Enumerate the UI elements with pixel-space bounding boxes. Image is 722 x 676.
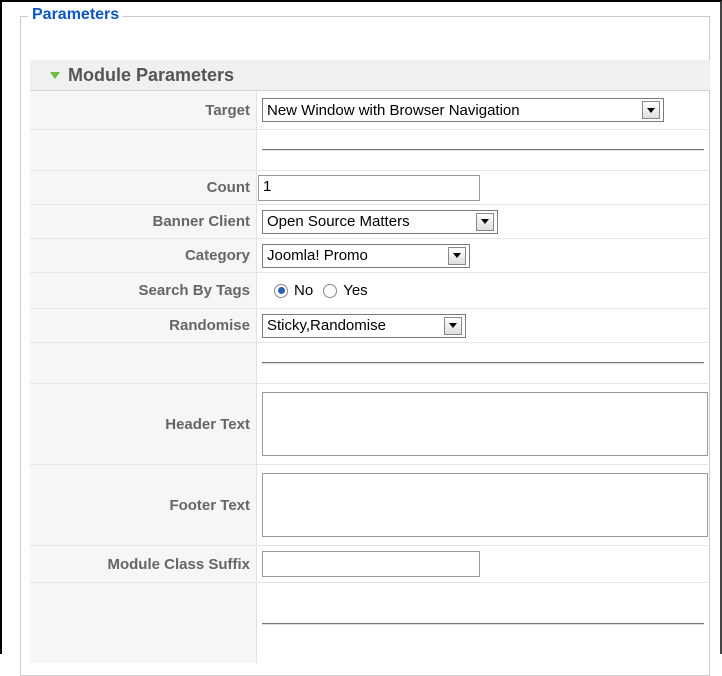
radio-no[interactable] [274, 283, 288, 298]
chevron-down-icon[interactable] [448, 246, 466, 265]
category-select-value: Joomla! Promo [267, 247, 368, 264]
chevron-down-icon[interactable] [444, 316, 462, 335]
row-target: Target New Window with Browser Navigatio… [30, 91, 710, 130]
separator [262, 149, 704, 151]
expand-triangle-icon[interactable] [50, 71, 60, 79]
header-text-textarea[interactable] [262, 392, 708, 456]
row-randomise: Randomise Sticky,Randomise [30, 309, 710, 343]
category-label: Category [30, 239, 257, 272]
banner-client-select-value: Open Source Matters [267, 213, 410, 230]
banner-client-select[interactable]: Open Source Matters [262, 209, 498, 234]
footer-text-textarea[interactable] [262, 473, 708, 537]
target-select[interactable]: New Window with Browser Navigation [262, 98, 664, 122]
row-banner-client: Banner Client Open Source Matters [30, 205, 710, 239]
banner-client-label: Banner Client [30, 205, 257, 238]
row-module-class-suffix: Module Class Suffix [30, 546, 710, 583]
spacer-label [30, 343, 257, 383]
spacer-label [30, 130, 257, 170]
module-class-suffix-label: Module Class Suffix [30, 546, 257, 582]
footer-text-label: Footer Text [30, 465, 257, 545]
count-label: Count [30, 171, 257, 204]
separator [262, 623, 704, 625]
parameters-legend: Parameters [28, 6, 124, 24]
randomise-select-value: Sticky,Randomise [267, 317, 386, 334]
row-search-by-tags: Search By Tags No Yes [30, 273, 710, 309]
row-spacer [30, 130, 710, 171]
row-footer-text: Footer Text [30, 465, 710, 546]
count-input[interactable]: 1 [258, 174, 480, 201]
radio-yes[interactable] [323, 283, 338, 298]
row-category: Category Joomla! Promo [30, 239, 710, 273]
search-by-tags-label: Search By Tags [30, 273, 257, 308]
spacer-label [30, 583, 257, 663]
radio-yes-label: Yes [343, 282, 368, 299]
row-count: Count 1 [30, 171, 710, 205]
radio-no-label: No [294, 282, 314, 299]
category-select[interactable]: Joomla! Promo [262, 243, 470, 268]
separator [262, 362, 704, 364]
row-header-text: Header Text [30, 384, 710, 465]
randomise-select[interactable]: Sticky,Randomise [262, 313, 466, 338]
randomise-label: Randomise [30, 309, 257, 342]
panel-title: Module Parameters [68, 64, 235, 85]
chevron-down-icon[interactable] [476, 212, 494, 231]
chevron-down-icon[interactable] [642, 101, 660, 119]
target-select-value: New Window with Browser Navigation [267, 101, 520, 119]
header-text-label: Header Text [30, 384, 257, 464]
row-spacer [30, 343, 710, 384]
row-spacer [30, 583, 710, 663]
module-parameters-header[interactable]: Module Parameters [30, 60, 710, 91]
target-label: Target [30, 91, 257, 129]
module-class-suffix-input[interactable] [262, 551, 480, 577]
